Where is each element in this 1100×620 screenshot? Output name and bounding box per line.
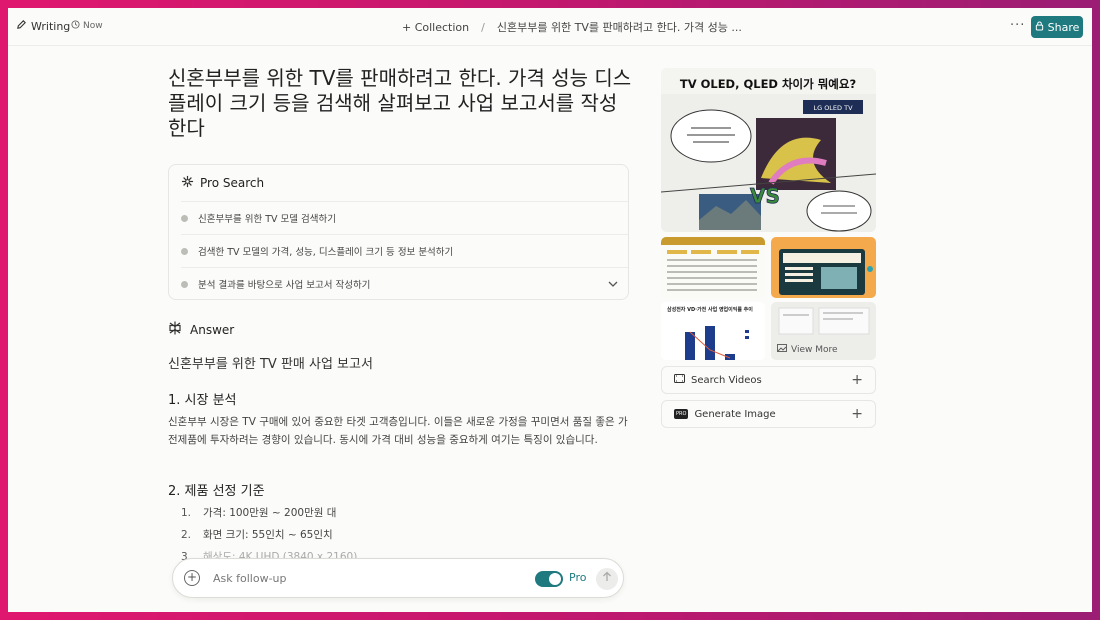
plus-icon: + xyxy=(851,372,863,388)
section-heading: 2. 제품 선정 기준 xyxy=(168,484,265,499)
answer-label: Answer xyxy=(190,322,235,337)
list-item: 2. 화면 크기: 55인치 ~ 65인치 xyxy=(181,529,333,541)
arrow-up-icon xyxy=(603,571,611,581)
image-caption: TV OLED, QLED 차이가 뭐예요? xyxy=(680,77,856,91)
generate-image-button[interactable]: PRO Generate Image + xyxy=(661,400,876,428)
report-title: 신혼부부를 위한 TV 판매 사업 보고서 xyxy=(168,357,373,372)
list-item: 1. 가격: 100만원 ~ 200만원 대 xyxy=(181,507,337,519)
step-label: 분석 결과를 바탕으로 사업 보고서 작성하기 xyxy=(198,280,371,291)
step-label: 검색한 TV 모델의 가격, 성능, 디스플레이 크기 등 정보 분석하기 xyxy=(198,247,454,258)
toggle-knob xyxy=(549,573,561,585)
section-body: 신혼부부 시장은 TV 구매에 있어 중요한 타겟 고객층입니다. 이들은 새로… xyxy=(168,416,628,446)
thumb-chart-title: 삼성전자 VD·가전 사업 영업이익률 추이 xyxy=(667,306,753,313)
pro-toggle-label: Pro xyxy=(569,571,587,584)
time-label: Now xyxy=(83,21,103,31)
answer-logo-icon xyxy=(168,321,182,338)
pro-search-label: Pro Search xyxy=(200,176,265,190)
pro-search-step: 신혼부부를 위한 TV 모델 검색하기 xyxy=(181,201,628,234)
vs-label: VS xyxy=(750,184,780,208)
pencil-icon xyxy=(16,19,27,33)
breadcrumb: + Collection / 신혼부부를 위한 TV를 판매하려고 한다. 가격… xyxy=(402,19,742,35)
result-image-thumb[interactable] xyxy=(771,237,876,298)
step-check-icon xyxy=(181,247,188,255)
section-heading: 1. 시장 분석 xyxy=(168,393,237,408)
view-more-tile[interactable]: View More xyxy=(771,302,876,360)
pro-toggle[interactable] xyxy=(535,571,563,587)
view-more-label: View More xyxy=(791,344,838,355)
chevron-down-icon[interactable] xyxy=(608,280,618,291)
share-label: Share xyxy=(1047,20,1080,34)
step-label: 신혼부부를 위한 TV 모델 검색하기 xyxy=(198,214,337,225)
pro-badge-icon: PRO xyxy=(674,409,689,419)
share-button[interactable]: Share xyxy=(1031,16,1083,38)
pro-search-header: Pro Search xyxy=(181,175,264,191)
generate-image-label: Generate Image xyxy=(694,408,776,420)
lock-icon xyxy=(1035,20,1044,34)
result-image-thumb[interactable] xyxy=(661,237,765,298)
result-image-thumb[interactable]: 삼성전자 VD·가전 사업 영업이익률 추이 xyxy=(661,302,765,360)
image-badge: LG OLED TV xyxy=(813,104,853,112)
step-check-icon xyxy=(181,280,188,288)
send-button[interactable] xyxy=(596,568,618,590)
result-image-main[interactable]: TV OLED, QLED 차이가 뭐예요? LG OLED TV VS xyxy=(661,68,876,232)
top-bar: Writing Now + Collection / 신혼부부를 위한 TV를 … xyxy=(8,8,1092,46)
timestamp: Now xyxy=(71,20,103,32)
follow-up-input[interactable] xyxy=(213,569,493,587)
search-videos-button[interactable]: Search Videos + xyxy=(661,366,876,394)
image-gallery-icon xyxy=(777,344,787,355)
pro-search-step: 검색한 TV 모델의 가격, 성능, 디스플레이 크기 등 정보 분석하기 xyxy=(181,234,628,267)
answer-header: Answer xyxy=(168,321,234,338)
search-videos-label: Search Videos xyxy=(691,374,762,386)
app-window: Writing Now + Collection / 신혼부부를 위한 TV를 … xyxy=(8,8,1092,612)
clock-icon xyxy=(71,20,80,32)
writing-label: Writing xyxy=(31,19,71,33)
step-check-icon xyxy=(181,214,188,222)
video-icon xyxy=(674,374,685,386)
follow-up-bar: + Pro xyxy=(172,558,624,598)
attach-plus-icon[interactable]: + xyxy=(184,570,200,586)
pro-search-step: 분석 결과를 바탕으로 사업 보고서 작성하기 xyxy=(181,267,628,300)
more-options-button[interactable]: ··· xyxy=(1010,18,1025,33)
writing-focus-button[interactable]: Writing xyxy=(16,19,70,33)
pro-search-panel: Pro Search 신혼부부를 위한 TV 모델 검색하기 검색한 TV 모델… xyxy=(168,164,629,300)
thread-title: 신혼부부를 위한 TV를 판매하려고 한다. 가격 성능 ... xyxy=(496,21,742,34)
sparkle-icon xyxy=(181,175,194,191)
breadcrumb-separator: / xyxy=(481,20,485,34)
add-to-collection-button[interactable]: + Collection xyxy=(402,21,469,34)
plus-icon: + xyxy=(851,406,863,422)
page-title: 신혼부부를 위한 TV를 판매하려고 한다. 가격 성능 디스플레이 크기 등을… xyxy=(168,66,632,140)
